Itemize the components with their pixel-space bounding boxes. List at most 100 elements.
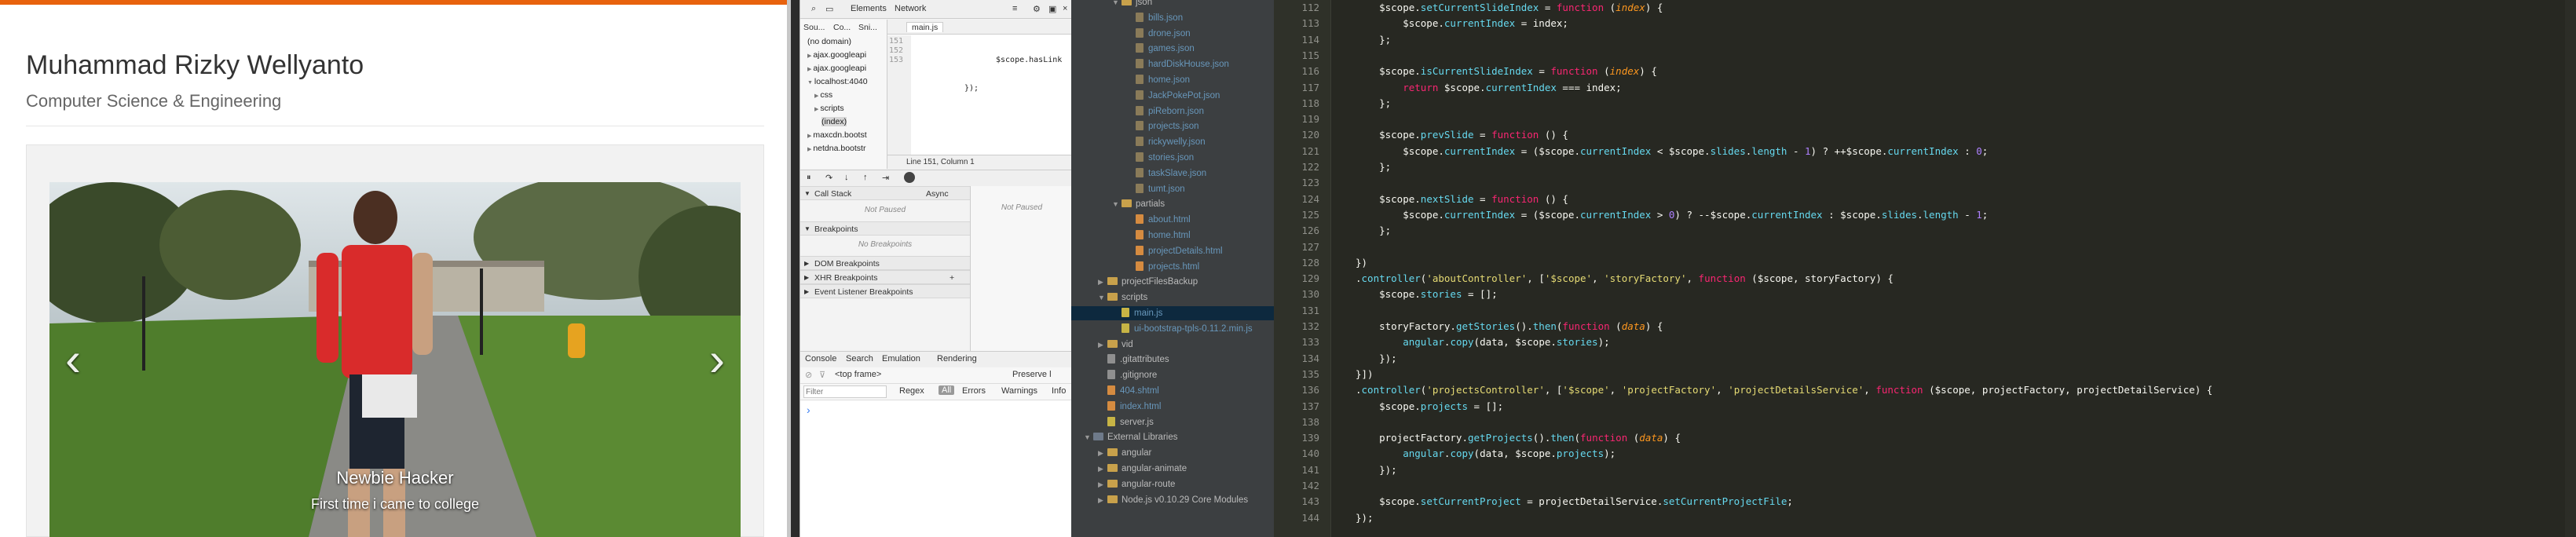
level-all[interactable]: All	[939, 385, 955, 395]
project-tree-file[interactable]: stories.json	[1126, 151, 1194, 165]
call-stack-section[interactable]: ▼ Call Stack Async	[800, 186, 970, 200]
code-line[interactable]: $scope.setCurrentProject = projectDetail…	[1356, 495, 1793, 507]
editor-scrollbar[interactable]	[2565, 0, 2576, 537]
project-tree-file[interactable]: ui-bootstrap-tpls-0.11.2.min.js	[1112, 322, 1253, 336]
code-line[interactable]: });	[1356, 353, 1397, 364]
console-toggle-icon[interactable]: ≡	[1012, 4, 1017, 13]
code-line[interactable]: storyFactory.getStories().then(function …	[1356, 320, 1663, 332]
project-tree-file[interactable]: server.js	[1098, 415, 1154, 429]
code-line[interactable]: $scope.currentIndex = index;	[1356, 17, 1568, 29]
code-line[interactable]: $scope.projects = [];	[1356, 400, 1503, 412]
regex-checkbox[interactable]: Regex	[899, 386, 924, 396]
code-line[interactable]: }])	[1356, 368, 1374, 380]
source-tree-item[interactable]: ▼ localhost:4040	[807, 77, 868, 86]
expanded-arrow-icon[interactable]: ▼	[1112, 0, 1122, 9]
pause-icon[interactable]: ⏸	[807, 173, 811, 183]
tab-search[interactable]: Search	[846, 354, 873, 363]
code-line[interactable]: $scope.isCurrentSlideIndex = function (i…	[1356, 65, 1657, 77]
code-line[interactable]: });	[1356, 464, 1397, 476]
code-line[interactable]: return $scope.currentIndex === index;	[1356, 82, 1621, 93]
carousel[interactable]: ‹ › Newbie Hacker First time i came to c…	[49, 182, 741, 537]
console-filter-input[interactable]	[803, 385, 887, 398]
project-tree-file[interactable]: games.json	[1126, 42, 1195, 56]
collapsed-arrow-icon[interactable]: ▶	[1098, 446, 1107, 460]
level-warnings[interactable]: Warnings	[1001, 386, 1037, 396]
project-tree-folder[interactable]: ▶ vid	[1098, 338, 1133, 352]
project-tree-file[interactable]: main.js	[1071, 306, 1274, 320]
expanded-arrow-icon[interactable]: ▼	[807, 80, 814, 86]
tab-console[interactable]: Console	[805, 354, 836, 363]
tab-elements[interactable]: Elements	[851, 4, 887, 13]
editor-code[interactable]: $scope.hasLink });	[917, 37, 1062, 112]
project-tree-file[interactable]: home.json	[1126, 73, 1190, 87]
carousel-prev-button[interactable]: ‹	[49, 328, 97, 391]
project-tree-folder[interactable]: ▶ Node.js v0.10.29 Core Modules	[1098, 493, 1248, 507]
project-tree-folder[interactable]: ▼ partials	[1112, 197, 1165, 211]
code-line[interactable]: $scope.stories = [];	[1356, 288, 1498, 300]
carousel-next-button[interactable]: ›	[693, 328, 741, 391]
project-tree-file[interactable]: rickywelly.json	[1126, 135, 1206, 149]
site-scrollbar[interactable]	[787, 0, 791, 537]
project-tree-folder[interactable]: ▶ angular-animate	[1098, 462, 1187, 476]
source-tree-item[interactable]: ▶ maxcdn.bootst	[807, 130, 867, 140]
project-tree-folder[interactable]: ▼ json	[1112, 0, 1152, 9]
collapsed-arrow-icon[interactable]: ▶	[1098, 477, 1107, 491]
source-tree-item[interactable]: ▶ css	[814, 90, 832, 100]
code-line[interactable]: };	[1356, 97, 1391, 109]
code-line[interactable]: .controller('aboutController', ['$scope'…	[1356, 272, 1894, 284]
project-tree-folder[interactable]: ▶ angular-route	[1098, 477, 1175, 491]
dom-breakpoints-section[interactable]: ▶ DOM Breakpoints	[800, 256, 970, 270]
project-tree-file[interactable]: projectDetails.html	[1126, 244, 1223, 258]
level-errors[interactable]: Errors	[962, 386, 986, 396]
step-into-icon[interactable]: ↓	[844, 173, 849, 182]
source-tree-item[interactable]: ▶ scripts	[814, 104, 844, 113]
expanded-arrow-icon[interactable]: ▼	[1112, 197, 1122, 211]
source-tree-item[interactable]: (no domain)	[807, 37, 851, 46]
code-line[interactable]: $scope.nextSlide = function () {	[1356, 193, 1568, 205]
tab-network[interactable]: Network	[895, 4, 926, 13]
code-editor[interactable]: 112 $scope.setCurrentSlideIndex = functi…	[1274, 0, 2576, 537]
project-tree-folder[interactable]: ▼ External Libraries	[1084, 430, 1177, 444]
project-tree-file[interactable]: home.html	[1126, 228, 1191, 243]
project-tree-file[interactable]: .gitattributes	[1098, 353, 1169, 367]
tab-content-scripts[interactable]: Co...	[833, 23, 851, 32]
code-line[interactable]: angular.copy(data, $scope.projects);	[1356, 448, 1615, 459]
collapsed-arrow-icon[interactable]: ▶	[1098, 493, 1107, 507]
code-line[interactable]: })	[1356, 257, 1367, 268]
project-tree-file[interactable]: 404.shtml	[1098, 384, 1159, 398]
console-output[interactable]: ›	[800, 400, 1072, 537]
project-tree-file[interactable]: tumt.json	[1126, 182, 1185, 196]
event-listener-breakpoints-section[interactable]: ▶ Event Listener Breakpoints	[800, 284, 970, 298]
collapsed-arrow-icon[interactable]: ▶	[1098, 275, 1107, 289]
close-icon[interactable]: ×	[1063, 4, 1067, 13]
xhr-breakpoints-section[interactable]: ▶ XHR Breakpoints +	[800, 270, 970, 284]
source-tree-item[interactable]: ▶ netdna.bootstr	[807, 144, 865, 153]
breakpoints-section[interactable]: ▼ Breakpoints	[800, 221, 970, 236]
expanded-arrow-icon[interactable]: ▼	[1098, 290, 1107, 305]
project-tree-file[interactable]: hardDiskHouse.json	[1126, 57, 1229, 71]
collapsed-arrow-icon[interactable]: ▶	[1098, 338, 1107, 352]
project-tree-file[interactable]: projects.html	[1126, 260, 1199, 274]
frame-select[interactable]: <top frame>	[835, 370, 881, 379]
code-line[interactable]: $scope.currentIndex = ($scope.currentInd…	[1356, 209, 1988, 221]
code-line[interactable]: });	[1356, 512, 1374, 524]
tab-rendering[interactable]: Rendering	[937, 354, 977, 363]
deactivate-breakpoints-icon[interactable]: ⇥	[882, 173, 889, 183]
project-tree-file[interactable]: about.html	[1126, 213, 1191, 227]
source-tree-item[interactable]: ▶ ajax.googleapi	[807, 50, 866, 60]
collapsed-arrow-icon[interactable]: ▶	[1098, 462, 1107, 476]
code-line[interactable]: angular.copy(data, $scope.stories);	[1356, 336, 1609, 348]
source-tree-item[interactable]: ▶ ajax.googleapi	[807, 64, 866, 73]
async-checkbox-label[interactable]: Async	[926, 187, 949, 201]
preserve-log-checkbox[interactable]: Preserve l	[1012, 370, 1052, 379]
project-tree-file[interactable]: index.html	[1098, 400, 1161, 414]
step-out-icon[interactable]: ↑	[863, 173, 868, 182]
code-line[interactable]: $scope.currentIndex = ($scope.currentInd…	[1356, 145, 1988, 157]
code-line[interactable]: $scope.prevSlide = function () {	[1356, 129, 1568, 141]
device-mode-icon[interactable]: ▭	[825, 4, 833, 14]
project-tree-folder[interactable]: ▼ scripts	[1098, 290, 1147, 305]
project-tree-file[interactable]: taskSlave.json	[1126, 166, 1206, 181]
code-line[interactable]: };	[1356, 161, 1391, 173]
project-tree-file[interactable]: drone.json	[1126, 27, 1191, 41]
filter-icon[interactable]: ⊽	[819, 370, 825, 380]
